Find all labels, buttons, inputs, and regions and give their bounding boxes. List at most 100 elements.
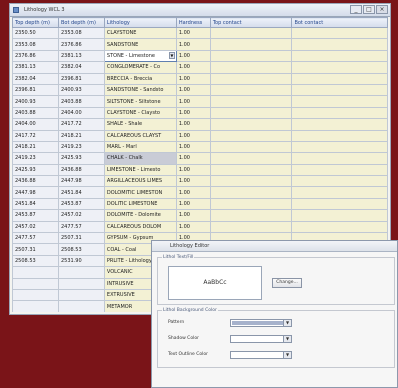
window-titlebar[interactable]: Lithology WCL 3 _ □ ×	[10, 4, 390, 17]
table-cell[interactable]: 2396.81	[12, 83, 59, 97]
table-row[interactable]: 2419.23 2425.93 CHALK - Chalk 1.00	[12, 152, 388, 165]
table-cell[interactable]	[209, 61, 293, 74]
table-cell[interactable]	[291, 163, 388, 177]
table-cell[interactable]	[209, 118, 293, 131]
table-cell[interactable]	[209, 95, 293, 108]
pattern-color-select[interactable]: ▼	[230, 319, 292, 327]
table-row[interactable]: 2353.08 2376.86 SANDSTONE 1.00	[12, 38, 388, 51]
table-cell[interactable]	[291, 209, 388, 222]
table-cell[interactable]: 2376.86	[12, 49, 59, 63]
table-cell[interactable]	[209, 209, 293, 222]
table-cell[interactable]: 1.00	[175, 38, 211, 51]
table-cell[interactable]	[291, 38, 388, 51]
table-cell[interactable]: SILTSTONE - Siltstone	[103, 95, 177, 108]
table-cell[interactable]: 2508.53	[12, 254, 59, 268]
table-cell[interactable]	[209, 38, 293, 51]
table-cell[interactable]: BRECCIA - Breccia	[103, 72, 177, 85]
table-cell[interactable]: 2382.04	[12, 72, 59, 85]
table-cell[interactable]	[57, 277, 105, 291]
table-cell[interactable]	[291, 129, 388, 142]
table-cell[interactable]: 2418.21	[12, 140, 59, 154]
table-cell[interactable]	[209, 220, 293, 234]
table-cell[interactable]: 2457.02	[57, 209, 105, 222]
table-cell[interactable]: 1.00	[175, 83, 211, 97]
table-row[interactable]: 2376.86 2381.13 STONE - Limestone ▼ 1.00	[12, 49, 388, 63]
table-cell[interactable]: ARGILLACEOUS LIMES	[103, 175, 177, 188]
table-cell[interactable]: 2477.57	[57, 220, 105, 234]
table-cell[interactable]: CLAYSTONE - Claysto	[103, 106, 177, 120]
table-cell[interactable]: CALCAREOUS DOLOM	[103, 220, 177, 234]
table-row[interactable]: 2418.21 2419.23 MARL - Marl 1.00	[12, 140, 388, 154]
table-cell[interactable]: 1.00	[175, 72, 211, 85]
column-header[interactable]: Bot contact	[291, 17, 388, 28]
column-header[interactable]: Top contact	[209, 17, 293, 28]
table-cell[interactable]	[209, 49, 293, 63]
table-cell[interactable]	[12, 266, 59, 279]
table-cell[interactable]: 2531.90	[57, 254, 105, 268]
table-cell[interactable]	[291, 72, 388, 85]
table-cell[interactable]	[291, 61, 388, 74]
table-row[interactable]: 2396.81 2400.93 SANDSTONE - Sandsto 1.00	[12, 83, 388, 97]
table-row[interactable]: 2457.02 2477.57 CALCAREOUS DOLOM 1.00	[12, 220, 388, 234]
table-cell[interactable]: 2447.98	[57, 175, 105, 188]
table-cell[interactable]: SHALE - Shale	[103, 118, 177, 131]
table-row[interactable]: 2447.98 2451.84 DOLOMITIC LIMESTON 1.00	[12, 186, 388, 199]
table-cell[interactable]	[291, 26, 388, 40]
table-cell[interactable]: 2436.88	[57, 163, 105, 177]
table-cell[interactable]: 2507.31	[12, 243, 59, 256]
table-row[interactable]: 2453.87 2457.02 DOLOMITE - Dolomite 1.00	[12, 209, 388, 222]
table-cell[interactable]	[209, 106, 293, 120]
table-cell[interactable]: 2419.23	[57, 140, 105, 154]
table-cell[interactable]: 2350.50	[12, 26, 59, 40]
table-cell[interactable]: 2451.84	[57, 186, 105, 199]
table-cell[interactable]: 2419.23	[12, 152, 59, 165]
table-cell[interactable]: 2418.21	[57, 129, 105, 142]
chevron-down-icon[interactable]: ▼	[283, 336, 291, 342]
table-cell[interactable]: 2353.08	[57, 26, 105, 40]
table-cell[interactable]: 1.00	[175, 197, 211, 211]
column-header[interactable]: Top depth (m)	[12, 17, 59, 28]
table-cell[interactable]	[209, 163, 293, 177]
table-cell[interactable]	[12, 277, 59, 291]
table-cell[interactable]	[12, 288, 59, 302]
column-header[interactable]: Hardness	[175, 17, 211, 28]
table-cell[interactable]: 2403.88	[12, 106, 59, 120]
table-cell[interactable]	[291, 140, 388, 154]
table-cell[interactable]: CONGLOMERATE - Co	[103, 61, 177, 74]
table-row[interactable]: 2417.72 2418.21 CALCAREOUS CLAYST 1.00	[12, 129, 388, 142]
table-cell[interactable]: 1.00	[175, 186, 211, 199]
table-cell[interactable]: 2457.02	[12, 220, 59, 234]
table-cell[interactable]: 1.00	[175, 26, 211, 40]
table-cell[interactable]: 1.00	[175, 220, 211, 234]
table-row[interactable]: 2382.04 2396.81 BRECCIA - Breccia 1.00	[12, 72, 388, 85]
table-row[interactable]: 2403.88 2404.00 CLAYSTONE - Claysto 1.00	[12, 106, 388, 120]
table-cell[interactable]: SANDSTONE - Sandsto	[103, 83, 177, 97]
table-cell[interactable]: 1.00	[175, 95, 211, 108]
table-cell[interactable]: 2453.87	[12, 209, 59, 222]
table-cell[interactable]: 2376.86	[57, 38, 105, 51]
table-cell[interactable]: 2508.53	[57, 243, 105, 256]
table-cell[interactable]: 2425.93	[12, 163, 59, 177]
table-cell[interactable]: 1.00	[175, 106, 211, 120]
table-cell[interactable]: 1.00	[175, 209, 211, 222]
table-row[interactable]: 2381.13 2382.04 CONGLOMERATE - Co 1.00	[12, 61, 388, 74]
table-cell[interactable]	[57, 288, 105, 302]
table-cell[interactable]: 2447.98	[12, 186, 59, 199]
table-cell[interactable]: 1.00	[175, 140, 211, 154]
change-button[interactable]: Change...	[272, 278, 302, 288]
table-cell[interactable]: 1.00	[175, 118, 211, 131]
table-row[interactable]: 2425.93 2436.88 LIMESTONE - Limesto 1.00	[12, 163, 388, 177]
table-cell[interactable]: 2381.13	[12, 61, 59, 74]
maximize-icon[interactable]: □	[363, 5, 375, 14]
table-cell[interactable]: 1.00	[175, 152, 211, 165]
table-cell[interactable]: 1.00	[175, 49, 211, 63]
table-cell[interactable]	[291, 220, 388, 234]
table-row[interactable]: 2400.93 2403.88 SILTSTONE - Siltstone 1.00	[12, 95, 388, 108]
table-cell[interactable]: 2417.72	[12, 129, 59, 142]
table-cell[interactable]	[57, 300, 105, 312]
table-cell[interactable]: 2425.93	[57, 152, 105, 165]
table-cell[interactable]: 2453.87	[57, 197, 105, 211]
table-cell[interactable]: 2396.81	[57, 72, 105, 85]
table-cell[interactable]	[291, 186, 388, 199]
table-cell[interactable]	[209, 72, 293, 85]
